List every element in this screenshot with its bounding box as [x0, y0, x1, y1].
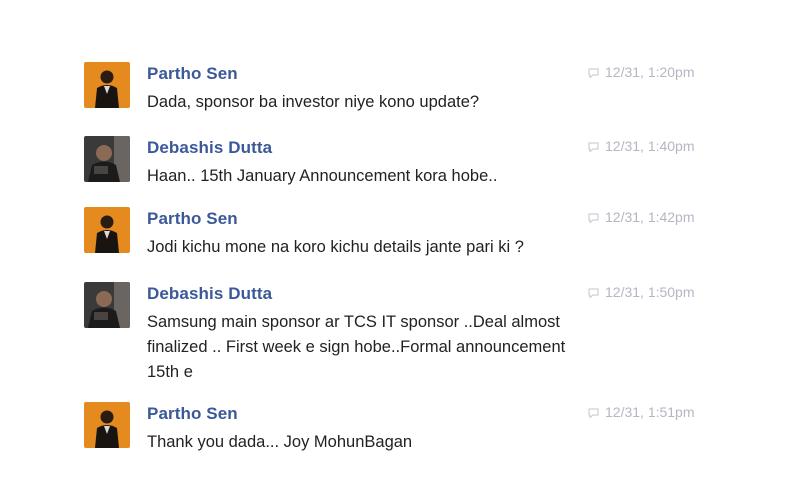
message-text-line: Samsung main sponsor ar TCS IT sponsor .…	[147, 313, 560, 331]
message-thread: Partho Sen 12/31, 1:20pm Dada, sponsor b…	[0, 0, 800, 489]
message-text: Dada, sponsor ba investor niye kono upda…	[147, 93, 480, 111]
partho-avatar[interactable]	[84, 402, 130, 448]
message-body: Samsung main sponsor ar TCS IT sponsor .…	[147, 310, 647, 385]
sender-name[interactable]: Partho Sen	[147, 209, 238, 229]
message-text: Haan.. 15th January Announcement kora ho…	[147, 167, 498, 185]
timestamp-text: 12/31, 1:42pm	[605, 209, 695, 225]
message-text-line: 15th e	[147, 363, 193, 381]
chat-bubble-icon	[588, 68, 599, 78]
chat-bubble-icon	[588, 408, 599, 418]
person-icon	[84, 402, 130, 448]
message-body: Haan.. 15th January Announcement kora ho…	[147, 164, 647, 189]
chat-bubble-icon	[588, 288, 599, 298]
partho-avatar[interactable]	[84, 62, 130, 108]
timestamp-text: 12/31, 1:50pm	[605, 284, 695, 300]
debashis-avatar[interactable]	[84, 282, 130, 328]
debashis-avatar[interactable]	[84, 136, 130, 182]
timestamp-text: 12/31, 1:20pm	[605, 64, 695, 80]
message-timestamp: 12/31, 1:20pm	[588, 64, 695, 80]
sender-name[interactable]: Partho Sen	[147, 404, 238, 424]
message-body: Dada, sponsor ba investor niye kono upda…	[147, 90, 647, 115]
chat-bubble-icon	[588, 142, 599, 152]
timestamp-text: 12/31, 1:40pm	[605, 138, 695, 154]
message-timestamp: 12/31, 1:51pm	[588, 404, 695, 420]
message-timestamp: 12/31, 1:40pm	[588, 138, 695, 154]
message-body: Thank you dada... Joy MohunBagan	[147, 430, 647, 455]
message-text: Thank you dada... Joy MohunBagan	[147, 433, 413, 451]
message-body: Jodi kichu mone na koro kichu details ja…	[147, 235, 647, 260]
partho-avatar[interactable]	[84, 207, 130, 253]
person-icon	[84, 207, 130, 253]
chat-bubble-icon	[588, 213, 599, 223]
message-text: Jodi kichu mone na koro kichu details ja…	[147, 238, 524, 256]
person-icon	[84, 136, 130, 182]
sender-name[interactable]: Debashis Dutta	[147, 138, 272, 158]
person-icon	[84, 282, 130, 328]
message-timestamp: 12/31, 1:42pm	[588, 209, 695, 225]
sender-name[interactable]: Partho Sen	[147, 64, 238, 84]
sender-name[interactable]: Debashis Dutta	[147, 284, 272, 304]
person-icon	[84, 62, 130, 108]
message-timestamp: 12/31, 1:50pm	[588, 284, 695, 300]
message-text-line: finalized .. First week e sign hobe..For…	[147, 338, 566, 356]
timestamp-text: 12/31, 1:51pm	[605, 404, 695, 420]
